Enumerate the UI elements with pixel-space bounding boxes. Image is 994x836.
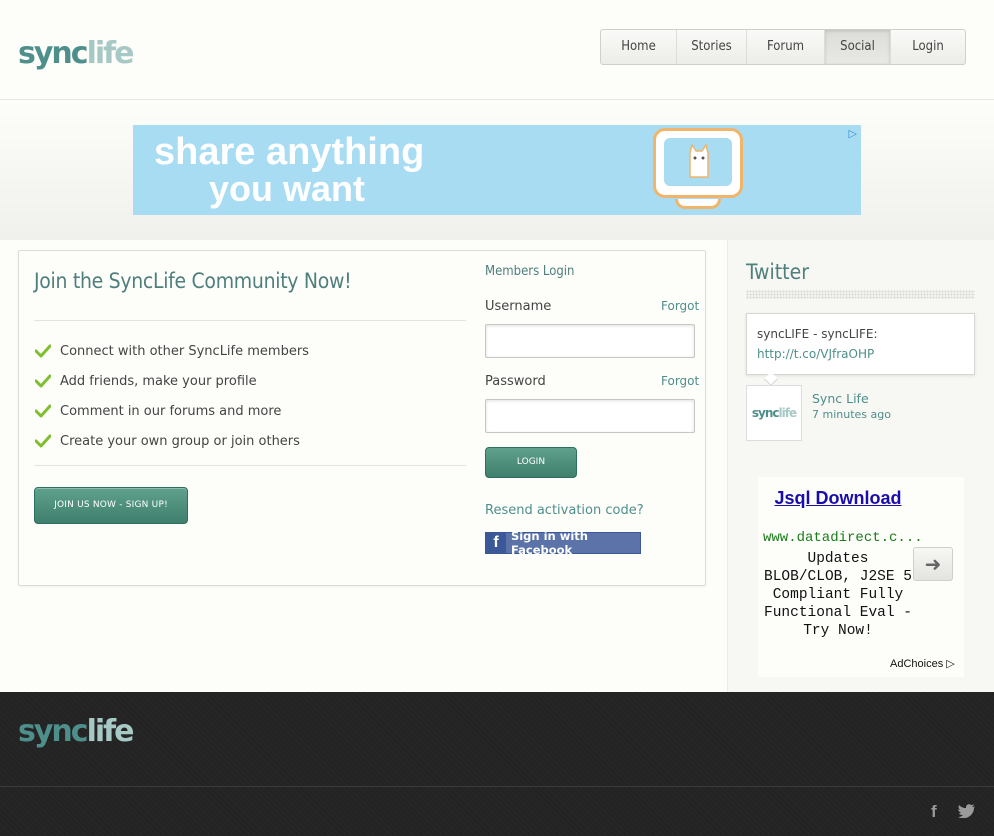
divider xyxy=(34,320,466,321)
ad-title-link[interactable]: Jsql Download xyxy=(758,487,918,509)
password-input[interactable] xyxy=(485,399,695,433)
nav-social[interactable]: Social xyxy=(825,30,891,64)
nav-home[interactable]: Home xyxy=(601,30,677,64)
header: synclife Home Stories Forum Social Login xyxy=(0,0,994,100)
banner-ad-line2: you want xyxy=(209,168,366,209)
tweet-time[interactable]: 7 minutes ago xyxy=(812,408,891,421)
tweet-bubble: syncLIFE - syncLIFE: http://t.co/VJfraOH… xyxy=(746,313,975,375)
tweet-link[interactable]: http://t.co/VJfraOHP xyxy=(757,347,874,361)
dotted-divider xyxy=(746,290,975,299)
facebook-icon[interactable]: f xyxy=(931,802,937,822)
banner-ad[interactable]: share anything you want ▷ xyxy=(133,125,861,215)
nav-forum[interactable]: Forum xyxy=(747,30,825,64)
username-input[interactable] xyxy=(485,324,695,358)
arrow-right-icon[interactable]: ➜ xyxy=(913,547,953,581)
forgot-username-link[interactable]: Forgot xyxy=(661,299,699,313)
divider xyxy=(34,465,466,466)
ad-url[interactable]: www.datadirect.c... xyxy=(763,530,923,546)
facebook-icon: f xyxy=(486,533,506,553)
feature-item: Add friends, make your profile xyxy=(35,366,309,396)
adchoices-triangle-icon[interactable]: ▷ xyxy=(849,127,857,140)
password-label: Password xyxy=(485,374,546,389)
feature-list: Connect with other SyncLife members Add … xyxy=(35,336,309,456)
tweet-user-name[interactable]: Sync Life xyxy=(812,391,869,406)
adchoices-label[interactable]: AdChoices ▷ xyxy=(890,657,955,670)
twitter-title: Twitter xyxy=(746,260,809,284)
join-login-card: Join the SyncLife Community Now! Connect… xyxy=(18,250,706,586)
feature-item: Create your own group or join others xyxy=(35,426,309,456)
members-login-heading: Members Login xyxy=(485,264,575,279)
join-title: Join the SyncLife Community Now! xyxy=(34,269,352,293)
facebook-signin-button[interactable]: f Sign in with Facebook xyxy=(485,529,641,557)
feature-item: Comment in our forums and more xyxy=(35,396,309,426)
checkmark-icon xyxy=(35,344,51,358)
twitter-icon[interactable] xyxy=(958,804,976,818)
checkmark-icon xyxy=(35,404,51,418)
main-nav: Home Stories Forum Social Login xyxy=(600,29,966,65)
right-sidebar: Twitter syncLIFE - syncLIFE: http://t.co… xyxy=(727,240,994,692)
footer: synclife f xyxy=(0,692,994,836)
feature-item: Connect with other SyncLife members xyxy=(35,336,309,366)
forgot-password-link[interactable]: Forgot xyxy=(661,374,699,388)
ad-description: Updates BLOB/CLOB, J2SE 5 Compliant Full… xyxy=(764,551,912,639)
username-label: Username xyxy=(485,299,552,314)
login-button[interactable]: LOGIN xyxy=(485,447,577,478)
checkmark-icon xyxy=(35,374,51,388)
cat-icon xyxy=(689,143,709,178)
synclife-logo[interactable]: synclife xyxy=(18,36,135,71)
nav-login[interactable]: Login xyxy=(891,30,965,64)
nav-stories[interactable]: Stories xyxy=(677,30,747,64)
avatar[interactable]: sync life xyxy=(746,385,802,441)
checkmark-icon xyxy=(35,434,51,448)
signup-button[interactable]: JOIN US NOW - SIGN UP! xyxy=(34,487,188,524)
resend-activation-link[interactable]: Resend activation code? xyxy=(485,503,644,518)
monitor-cat-illustration xyxy=(653,128,743,198)
footer-logo[interactable]: synclife xyxy=(18,714,135,749)
